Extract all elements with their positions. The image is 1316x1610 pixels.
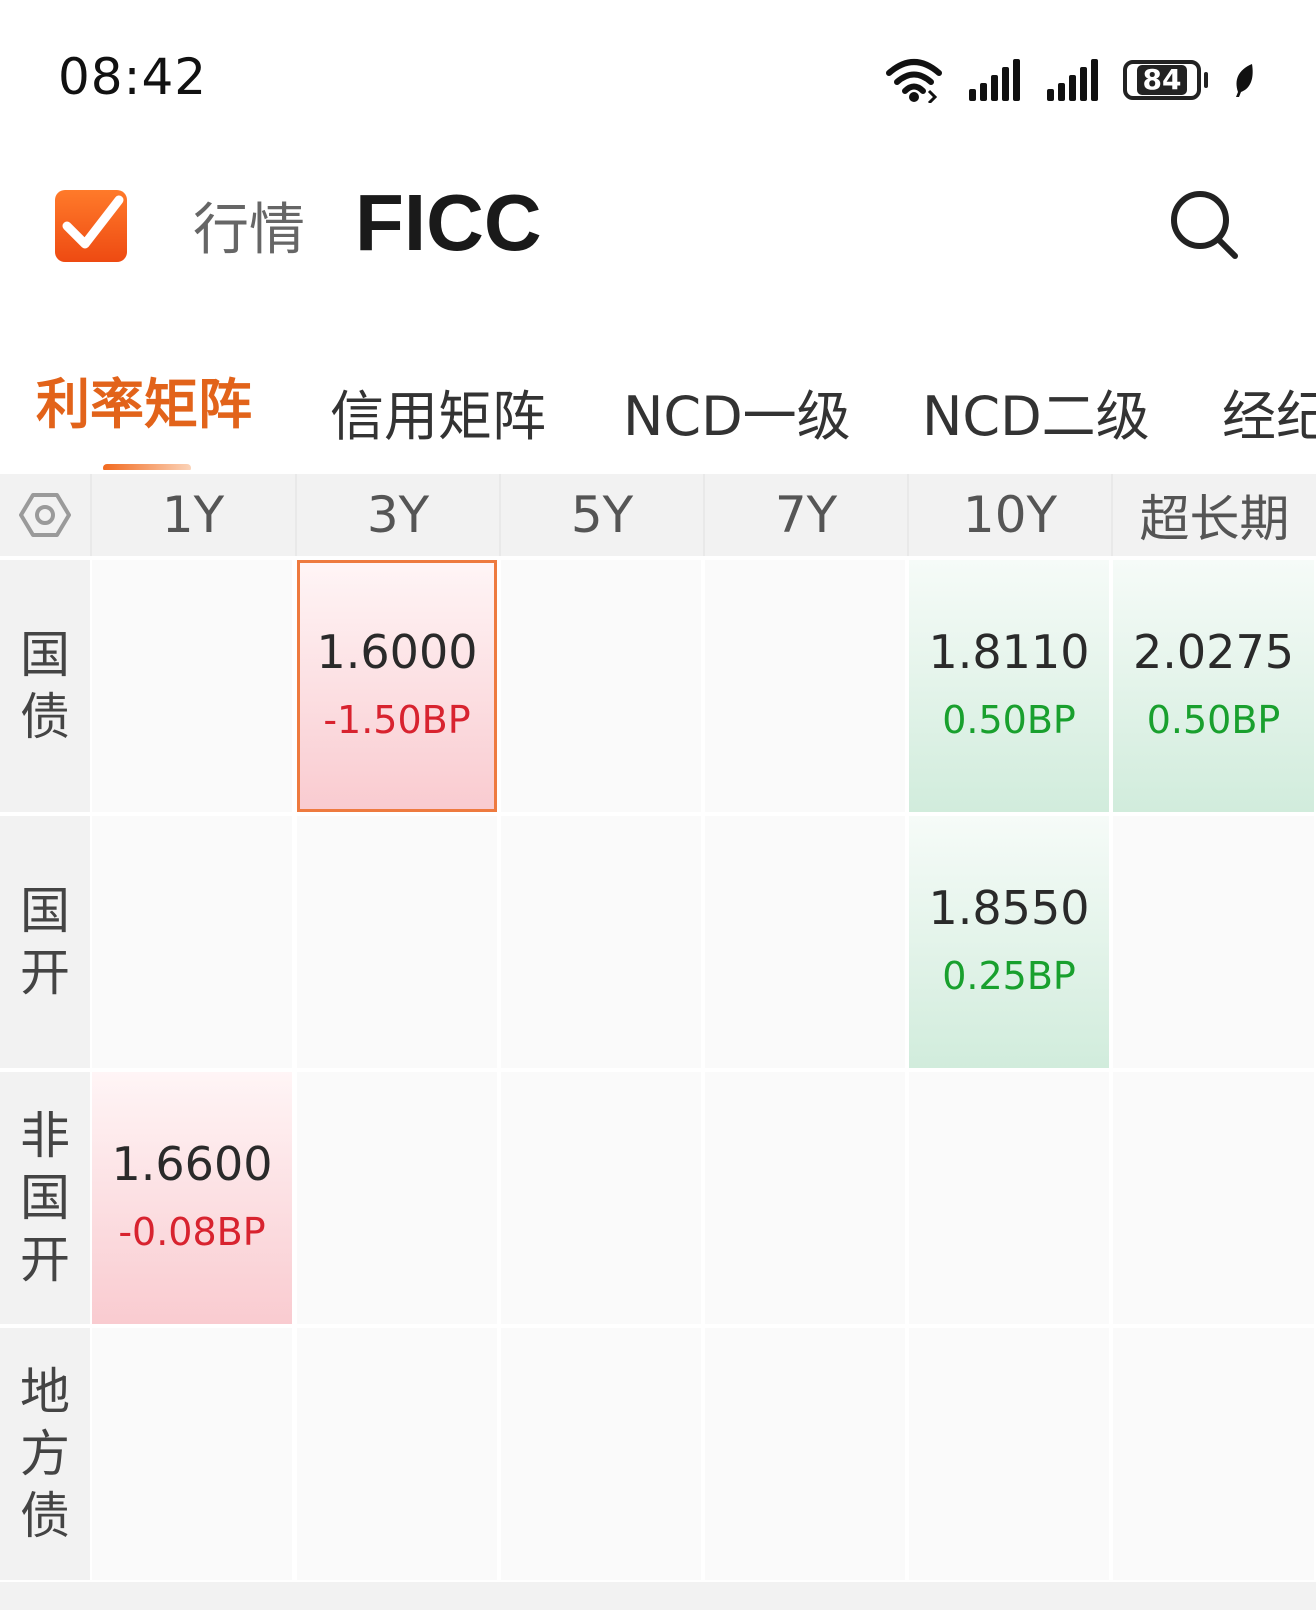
matrix-cell[interactable]: [501, 560, 701, 812]
tab-ncd-secondary[interactable]: NCD二级: [922, 372, 1150, 451]
row-header: 国开: [0, 816, 90, 1068]
row-header-label: 国开: [20, 882, 70, 1002]
signal-icon: [969, 59, 1020, 101]
matrix-cell[interactable]: [705, 560, 905, 812]
app-header: 行情 FICC: [0, 150, 1316, 300]
row-header: 国债: [0, 560, 90, 812]
matrix-cell[interactable]: [909, 1328, 1109, 1580]
yield-change: -0.08BP: [118, 1210, 266, 1254]
matrix-cell[interactable]: [92, 560, 292, 812]
matrix-cell[interactable]: [92, 816, 292, 1068]
column-header[interactable]: 超长期: [1111, 474, 1316, 556]
yield-change: 0.50BP: [1146, 698, 1281, 742]
matrix-cell[interactable]: [1113, 1328, 1314, 1580]
header-title: FICC: [355, 178, 542, 267]
row-header-label: 国债: [20, 626, 70, 746]
matrix-cell[interactable]: [501, 1328, 701, 1580]
matrix-cell[interactable]: [297, 1072, 497, 1324]
search-icon[interactable]: [1165, 185, 1245, 265]
status-icons: 84: [885, 55, 1256, 105]
matrix-header-row: 1Y 3Y 5Y 7Y 10Y 超长期: [0, 474, 1316, 556]
yield-change: -1.50BP: [323, 698, 471, 742]
yield-value: 1.8110: [928, 625, 1090, 679]
bottom-strip: [0, 1582, 1316, 1610]
header-subtitle[interactable]: 行情: [193, 185, 305, 266]
matrix-cell[interactable]: [1113, 1072, 1314, 1324]
tab-credit-matrix[interactable]: 信用矩阵: [330, 372, 546, 451]
active-tab-indicator: [103, 464, 191, 470]
matrix-cell[interactable]: [705, 1072, 905, 1324]
matrix-cell[interactable]: 1.8550 0.25BP: [909, 816, 1109, 1068]
matrix-cell[interactable]: 1.8110 0.50BP: [909, 560, 1109, 812]
wifi-icon: [886, 59, 942, 103]
matrix-cell[interactable]: [501, 1072, 701, 1324]
yield-value: 2.0275: [1133, 625, 1294, 679]
matrix-cell[interactable]: [1113, 816, 1314, 1068]
yield-value: 1.6000: [316, 625, 478, 679]
yield-change: 0.50BP: [942, 698, 1076, 742]
matrix-cell[interactable]: [501, 816, 701, 1068]
column-header[interactable]: 5Y: [499, 474, 703, 556]
tab-rate-matrix[interactable]: 利率矩阵: [36, 360, 252, 439]
row-header-label: 非国开: [20, 1107, 70, 1289]
battery-level: 84: [1136, 65, 1188, 95]
tab-broker[interactable]: 经纪: [1222, 372, 1316, 451]
signal-icon: [1047, 59, 1098, 101]
yield-value: 1.8550: [928, 881, 1090, 935]
tab-ncd-primary[interactable]: NCD一级: [623, 372, 851, 451]
matrix-cell[interactable]: 1.6600 -0.08BP: [92, 1072, 292, 1324]
battery-icon: 84: [1123, 60, 1208, 100]
matrix-cell[interactable]: 1.6000 -1.50BP: [297, 560, 497, 812]
yield-value: 1.6600: [111, 1137, 273, 1191]
leaf-icon: [1236, 64, 1253, 97]
matrix-cell[interactable]: [705, 816, 905, 1068]
checkmark-logo-icon[interactable]: [55, 190, 127, 262]
column-header[interactable]: 3Y: [295, 474, 499, 556]
row-header-label: 地方债: [20, 1363, 70, 1545]
matrix-cell[interactable]: [909, 1072, 1109, 1324]
matrix-settings-button[interactable]: [0, 474, 90, 556]
column-header[interactable]: 10Y: [907, 474, 1111, 556]
column-header[interactable]: 7Y: [703, 474, 907, 556]
row-header: 非国开: [0, 1072, 90, 1324]
row-header: 地方债: [0, 1328, 90, 1580]
status-bar: 08:42 84: [0, 0, 1316, 150]
matrix-cell[interactable]: [92, 1328, 292, 1580]
tab-bar: 利率矩阵 信用矩阵 NCD一级 NCD二级 经纪: [0, 360, 1316, 470]
matrix-cell[interactable]: [297, 1328, 497, 1580]
hexagon-settings-icon: [19, 493, 71, 537]
matrix-cell[interactable]: [297, 816, 497, 1068]
yield-change: 0.25BP: [942, 954, 1076, 998]
matrix-cell[interactable]: 2.0275 0.50BP: [1113, 560, 1314, 812]
status-time: 08:42: [58, 48, 208, 106]
column-header[interactable]: 1Y: [90, 474, 294, 556]
matrix-cell[interactable]: [705, 1328, 905, 1580]
